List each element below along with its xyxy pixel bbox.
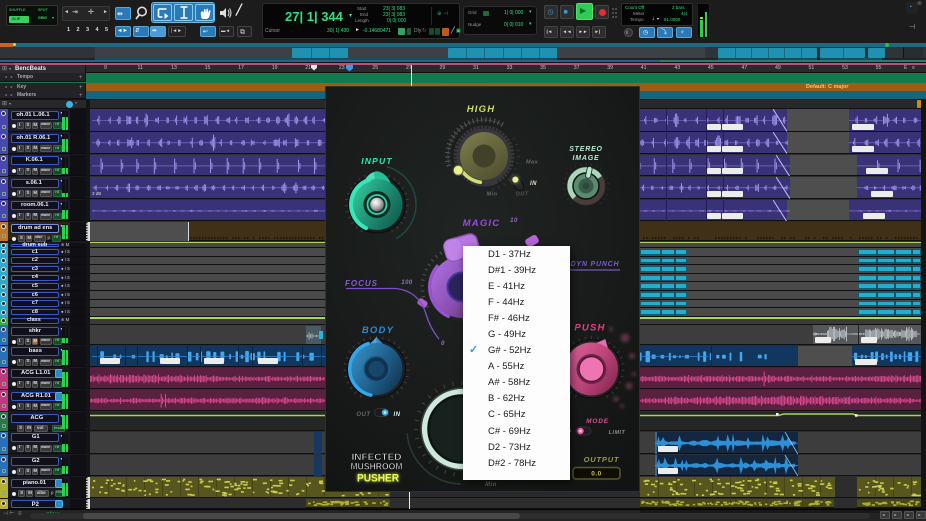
- svg-text:IN: IN: [530, 181, 537, 187]
- svg-text:100: 100: [401, 280, 413, 286]
- svg-text:PUSH: PUSH: [574, 323, 605, 334]
- svg-text:LIMIT: LIMIT: [609, 430, 626, 436]
- svg-text:DYN PUNCH: DYN PUNCH: [571, 261, 620, 268]
- svg-text:STEREO: STEREO: [569, 146, 603, 153]
- svg-text:OUTPUT: OUTPUT: [584, 455, 620, 464]
- svg-text:PUSHER: PUSHER: [357, 473, 399, 485]
- svg-text:OUT: OUT: [515, 192, 528, 198]
- svg-text:0.0: 0.0: [591, 471, 602, 478]
- svg-text:OUT: OUT: [356, 412, 371, 418]
- svg-text:IMAGE: IMAGE: [573, 155, 600, 162]
- svg-text:FOCUS: FOCUS: [345, 279, 378, 288]
- svg-text:IN: IN: [394, 412, 401, 418]
- svg-text:0: 0: [441, 341, 445, 347]
- svg-text:10: 10: [510, 218, 518, 224]
- svg-text:INPUT: INPUT: [361, 156, 393, 166]
- svg-text:Min: Min: [485, 482, 497, 488]
- svg-text:Min: Min: [487, 192, 498, 198]
- svg-text:MODE: MODE: [586, 418, 609, 425]
- svg-text:MAGIC: MAGIC: [463, 218, 501, 229]
- svg-text:HIGH: HIGH: [467, 104, 496, 115]
- svg-text:BODY: BODY: [362, 325, 395, 336]
- svg-text:Max: Max: [526, 160, 539, 166]
- svg-text:MUSHROOM: MUSHROOM: [351, 462, 403, 473]
